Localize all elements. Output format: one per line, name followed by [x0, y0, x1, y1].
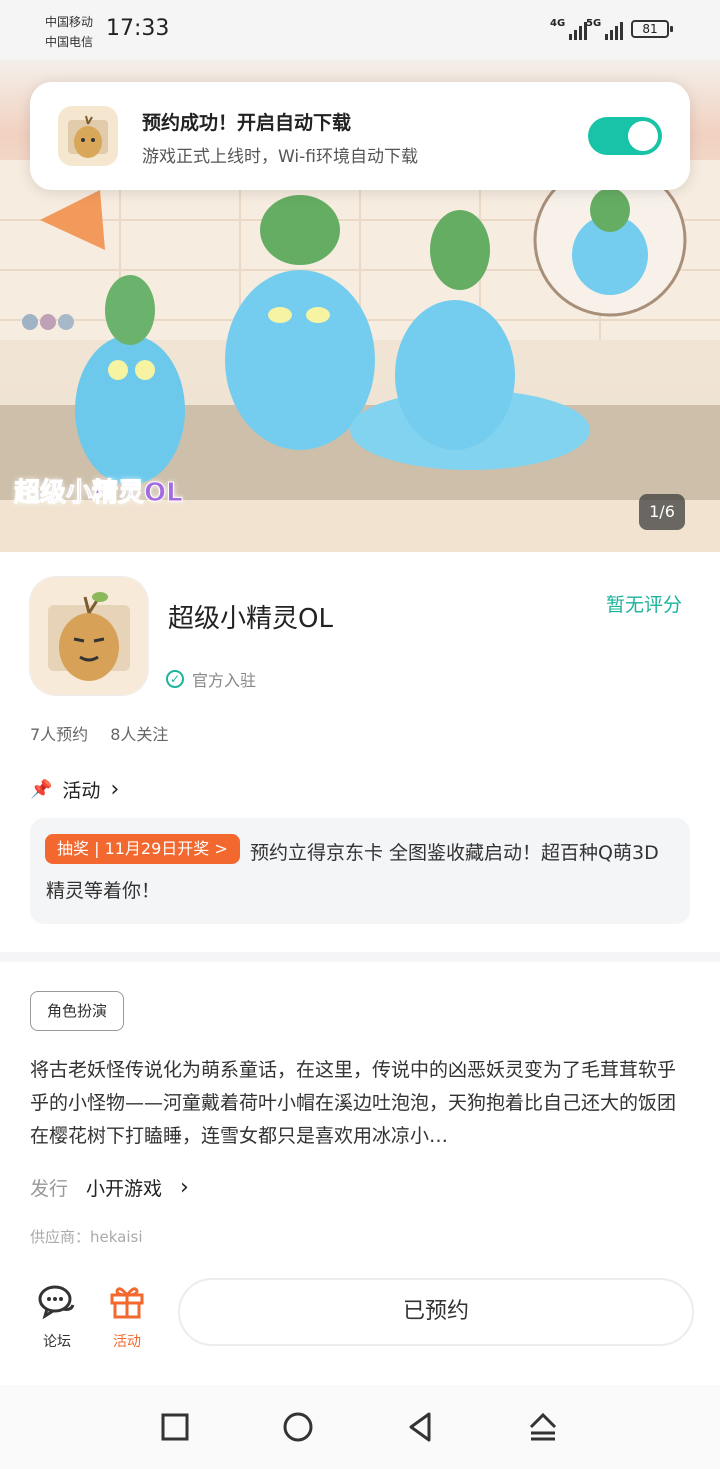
status-bar: 中国移动 中国电信 17:33 4G 5G 81 — [0, 0, 720, 60]
bottom-action-bar: 论坛 活动 已预约 — [0, 1265, 720, 1365]
official-label: 官方入驻 — [192, 671, 257, 690]
chevron-right-icon: › — [180, 1175, 189, 1200]
home-icon[interactable] — [278, 1407, 318, 1447]
back-icon[interactable] — [401, 1407, 441, 1447]
publisher-label: 发行 — [30, 1178, 69, 1200]
toggle-knob — [628, 121, 658, 151]
game-logo: 超级小精灵OL — [14, 478, 184, 509]
app-rating: 暂无评分 — [606, 594, 683, 616]
genre-tag[interactable]: 角色扮演 — [30, 991, 125, 1031]
battery-icon: 81 — [631, 20, 673, 38]
reservation-count: 7人预约 — [30, 725, 89, 744]
recent-apps-icon[interactable] — [155, 1407, 195, 1447]
publisher-name: 小开游戏 — [86, 1178, 163, 1200]
clock: 17:33 — [106, 16, 170, 41]
official-badge: ✓ 官方入驻 — [166, 667, 256, 691]
supplier-info: 供应商：hekaisi — [30, 1228, 143, 1246]
section-divider — [0, 952, 720, 962]
forum-button[interactable]: 论坛 — [29, 1281, 85, 1351]
pin-icon: 📌 — [30, 779, 53, 800]
notification-drawer-icon[interactable] — [523, 1407, 563, 1447]
carousel-page-indicator: 1/6 — [639, 494, 685, 530]
chat-bubble-icon — [38, 1285, 75, 1320]
lottery-badge[interactable]: 抽奖 | 11月29日开奖 > — [45, 834, 240, 864]
game-description[interactable]: 将古老妖怪传说化为萌系童话，在这里，传说中的凶恶妖灵变为了毛茸茸软乎乎的小怪物—… — [30, 1054, 690, 1153]
activity-section-link[interactable]: 📌 活动 › — [30, 776, 119, 803]
auto-download-toggle[interactable] — [588, 117, 662, 155]
gift-icon — [110, 1287, 144, 1319]
toast-title: 预约成功！开启自动下载 — [142, 112, 352, 134]
app-name: 超级小精灵OL — [168, 604, 333, 634]
forum-label: 论坛 — [43, 1334, 71, 1350]
app-stats: 7人预约 8人关注 — [30, 721, 168, 745]
publisher-row[interactable]: 发行 小开游戏 › — [30, 1174, 189, 1201]
activity-label: 活动 — [113, 1334, 141, 1350]
activity-tab-button[interactable]: 活动 — [99, 1281, 155, 1351]
reserved-button[interactable]: 已预约 — [178, 1278, 694, 1346]
carrier-2: 中国电信 — [45, 35, 94, 49]
toast-subtitle: 游戏正式上线时，Wi-fi环境自动下载 — [142, 147, 419, 167]
system-navigation-bar — [0, 1385, 720, 1469]
reservation-success-toast: 预约成功！开启自动下载 游戏正式上线时，Wi-fi环境自动下载 — [30, 82, 690, 190]
verified-check-icon: ✓ — [166, 670, 184, 688]
carrier-1: 中国移动 — [45, 15, 94, 29]
toast-app-icon — [58, 106, 118, 166]
carrier-names: 中国移动 中国电信 — [45, 12, 93, 52]
app-icon — [30, 577, 148, 695]
signal-5g-icon: 5G — [586, 18, 624, 40]
follower-count: 8人关注 — [110, 725, 169, 744]
chevron-right-icon: › — [110, 777, 120, 802]
activity-card[interactable]: 预约立得京东卡 全图鉴收藏启动！超百种Q萌3D精灵等着你！ 抽奖 | 11月29… — [30, 818, 690, 924]
activity-heading: 活动 — [62, 780, 101, 802]
signal-4g-icon: 4G — [550, 18, 588, 40]
